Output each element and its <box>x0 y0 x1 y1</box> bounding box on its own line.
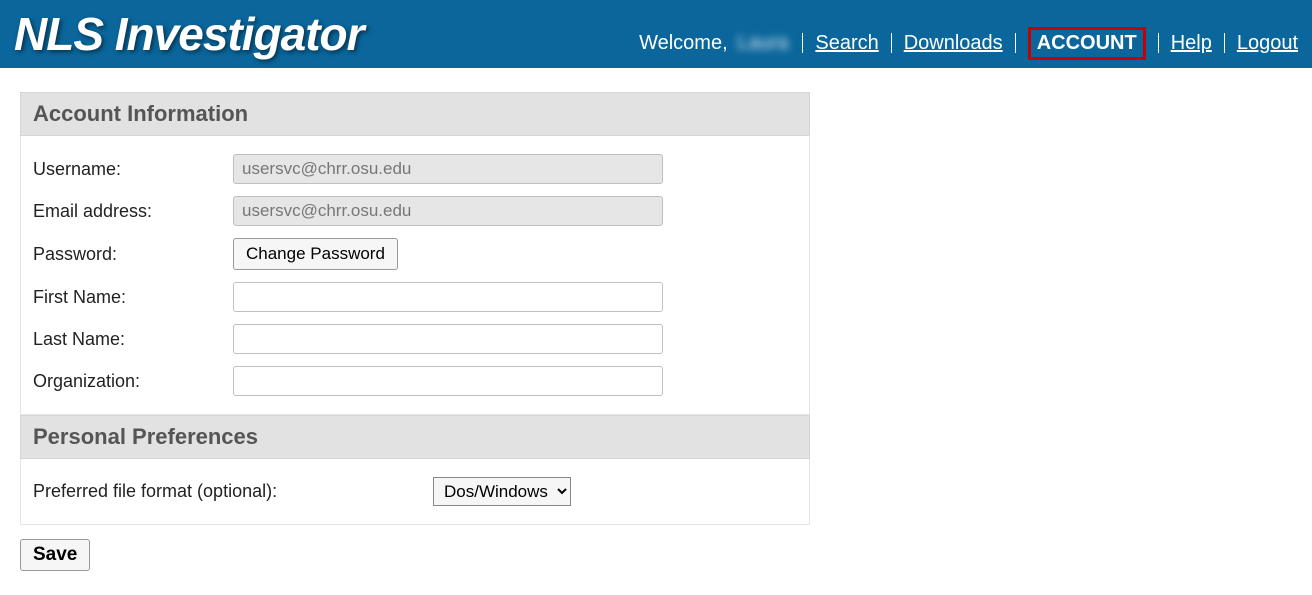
row-email: Email address: <box>33 190 797 232</box>
label-password: Password: <box>33 244 233 265</box>
change-password-button[interactable]: Change Password <box>233 238 398 270</box>
nav-separator <box>1158 33 1159 53</box>
label-last-name: Last Name: <box>33 329 233 350</box>
label-first-name: First Name: <box>33 287 233 308</box>
row-last-name: Last Name: <box>33 318 797 360</box>
section-personal-prefs: Personal Preferences <box>20 415 810 459</box>
welcome-text: Welcome, Laura <box>639 32 790 55</box>
row-first-name: First Name: <box>33 276 797 318</box>
nav-separator <box>891 33 892 53</box>
nav-separator <box>802 33 803 53</box>
nav-logout[interactable]: Logout <box>1237 32 1298 55</box>
nav-separator <box>1224 33 1225 53</box>
label-username: Username: <box>33 159 233 180</box>
welcome-prefix: Welcome, <box>639 32 728 54</box>
input-first-name[interactable] <box>233 282 663 312</box>
nav-help[interactable]: Help <box>1171 32 1212 55</box>
nav-separator <box>1015 33 1016 53</box>
input-last-name[interactable] <box>233 324 663 354</box>
account-form: Username: Email address: Password: Chang… <box>20 136 810 415</box>
nav-search[interactable]: Search <box>815 32 878 55</box>
app-logo: NLS Investigator <box>14 7 364 61</box>
input-organization[interactable] <box>233 366 663 396</box>
label-organization: Organization: <box>33 371 233 392</box>
row-organization: Organization: <box>33 360 797 402</box>
label-file-format: Preferred file format (optional): <box>33 481 433 502</box>
nav-downloads[interactable]: Downloads <box>904 32 1003 55</box>
row-password: Password: Change Password <box>33 232 797 276</box>
main-container: Account Information Username: Email addr… <box>0 68 830 595</box>
section-account-info: Account Information <box>20 92 810 136</box>
app-header: NLS Investigator Welcome, Laura Search D… <box>0 0 1312 68</box>
welcome-username: Laura <box>737 32 788 55</box>
row-username: Username: <box>33 148 797 190</box>
input-email <box>233 196 663 226</box>
select-file-format[interactable]: Dos/Windows <box>433 477 571 506</box>
prefs-form: Preferred file format (optional): Dos/Wi… <box>20 459 810 525</box>
save-button[interactable]: Save <box>20 539 90 571</box>
top-nav: Welcome, Laura Search Downloads ACCOUNT … <box>639 9 1298 60</box>
row-file-format: Preferred file format (optional): Dos/Wi… <box>33 471 797 512</box>
label-email: Email address: <box>33 201 233 222</box>
nav-account[interactable]: ACCOUNT <box>1028 27 1146 60</box>
input-username <box>233 154 663 184</box>
